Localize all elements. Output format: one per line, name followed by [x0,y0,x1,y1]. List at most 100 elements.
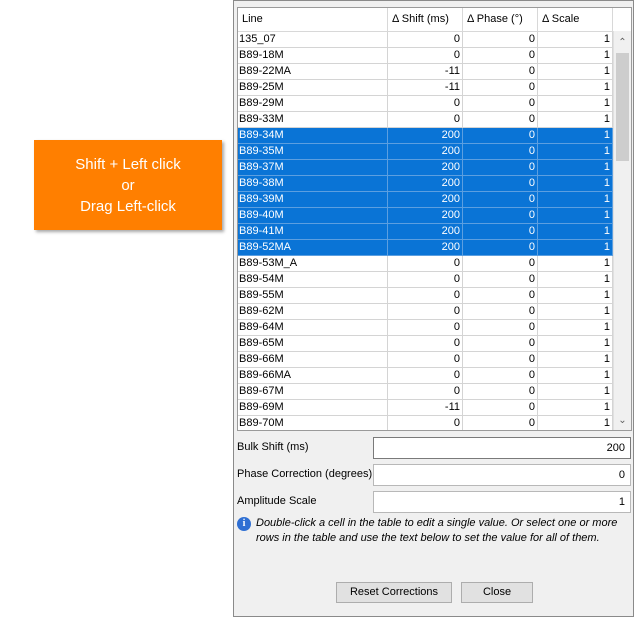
cell-phase[interactable]: 0 [463,400,538,416]
cell-phase[interactable]: 0 [463,64,538,80]
cell-line[interactable]: B89-64M [238,320,388,336]
cell-phase[interactable]: 0 [463,304,538,320]
cell-shift[interactable]: 200 [388,192,463,208]
table-row[interactable]: B89-40M 200 0 1 [238,208,613,224]
cell-shift[interactable]: 0 [388,304,463,320]
cell-shift[interactable]: 0 [388,288,463,304]
cell-scale[interactable]: 1 [538,208,613,224]
cell-shift[interactable]: 0 [388,48,463,64]
cell-shift[interactable]: 0 [388,32,463,48]
cell-line[interactable]: B89-22MA [238,64,388,80]
cell-line[interactable]: B89-54M [238,272,388,288]
cell-scale[interactable]: 1 [538,80,613,96]
cell-shift[interactable]: 200 [388,160,463,176]
cell-line[interactable]: B89-25M [238,80,388,96]
table-scrollbar[interactable]: ⌃ ⌄ [613,31,631,430]
scroll-up-icon[interactable]: ⌃ [614,35,631,51]
cell-shift[interactable]: 200 [388,144,463,160]
cell-line[interactable]: B89-34M [238,128,388,144]
phase-correction-input[interactable]: 0 [373,464,631,486]
cell-phase[interactable]: 0 [463,272,538,288]
cell-line[interactable]: B89-40M [238,208,388,224]
cell-scale[interactable]: 1 [538,192,613,208]
cell-phase[interactable]: 0 [463,368,538,384]
table-row[interactable]: B89-34M 200 0 1 [238,128,613,144]
table-row[interactable]: B89-54M 0 0 1 [238,272,613,288]
bulk-shift-input[interactable]: 200 [373,437,631,459]
table-row[interactable]: B89-41M 200 0 1 [238,224,613,240]
cell-shift[interactable]: 0 [388,96,463,112]
cell-shift[interactable]: 0 [388,336,463,352]
cell-scale[interactable]: 1 [538,304,613,320]
amplitude-scale-input[interactable]: 1 [373,491,631,513]
cell-shift[interactable]: -11 [388,80,463,96]
table-row[interactable]: B89-18M 0 0 1 [238,48,613,64]
table-row[interactable]: B89-38M 200 0 1 [238,176,613,192]
reset-corrections-button[interactable]: Reset Corrections [336,582,452,603]
table-row[interactable]: B89-66M 0 0 1 [238,352,613,368]
cell-scale[interactable]: 1 [538,352,613,368]
cell-phase[interactable]: 0 [463,320,538,336]
cell-line[interactable]: 135_07 [238,32,388,48]
cell-scale[interactable]: 1 [538,128,613,144]
cell-scale[interactable]: 1 [538,224,613,240]
cell-scale[interactable]: 1 [538,288,613,304]
scroll-down-icon[interactable]: ⌄ [614,413,631,429]
cell-line[interactable]: B89-39M [238,192,388,208]
cell-phase[interactable]: 0 [463,224,538,240]
cell-shift[interactable]: 0 [388,384,463,400]
table-row[interactable]: B89-65M 0 0 1 [238,336,613,352]
cell-phase[interactable]: 0 [463,80,538,96]
cell-shift[interactable]: 200 [388,128,463,144]
cell-scale[interactable]: 1 [538,272,613,288]
close-button[interactable]: Close [461,582,533,603]
cell-scale[interactable]: 1 [538,336,613,352]
cell-phase[interactable]: 0 [463,144,538,160]
table-row[interactable]: B89-64M 0 0 1 [238,320,613,336]
cell-phase[interactable]: 0 [463,32,538,48]
table-row[interactable]: B89-37M 200 0 1 [238,160,613,176]
cell-phase[interactable]: 0 [463,176,538,192]
cell-line[interactable]: B89-70M [238,416,388,430]
cell-line[interactable]: B89-69M [238,400,388,416]
cell-phase[interactable]: 0 [463,416,538,430]
cell-line[interactable]: B89-66M [238,352,388,368]
cell-phase[interactable]: 0 [463,112,538,128]
cell-shift[interactable]: 200 [388,240,463,256]
cell-phase[interactable]: 0 [463,256,538,272]
cell-shift[interactable]: 200 [388,176,463,192]
column-header-scale[interactable]: Δ Scale [538,8,613,31]
cell-phase[interactable]: 0 [463,240,538,256]
cell-shift[interactable]: 0 [388,368,463,384]
cell-scale[interactable]: 1 [538,96,613,112]
cell-shift[interactable]: -11 [388,400,463,416]
cell-scale[interactable]: 1 [538,144,613,160]
column-header-phase[interactable]: Δ Phase (°) [463,8,538,31]
cell-shift[interactable]: 0 [388,256,463,272]
table-row[interactable]: B89-25M -11 0 1 [238,80,613,96]
cell-scale[interactable]: 1 [538,320,613,336]
cell-phase[interactable]: 0 [463,48,538,64]
cell-line[interactable]: B89-52MA [238,240,388,256]
table-row[interactable]: B89-39M 200 0 1 [238,192,613,208]
cell-phase[interactable]: 0 [463,208,538,224]
cell-phase[interactable]: 0 [463,336,538,352]
column-header-shift[interactable]: Δ Shift (ms) [388,8,463,31]
cell-scale[interactable]: 1 [538,416,613,430]
table-row[interactable]: 135_07 0 0 1 [238,32,613,48]
cell-scale[interactable]: 1 [538,384,613,400]
cell-shift[interactable]: 0 [388,352,463,368]
column-header-line[interactable]: Line [238,8,388,31]
cell-line[interactable]: B89-29M [238,96,388,112]
table-row[interactable]: B89-53M_A 0 0 1 [238,256,613,272]
cell-line[interactable]: B89-55M [238,288,388,304]
cell-shift[interactable]: 0 [388,272,463,288]
cell-scale[interactable]: 1 [538,176,613,192]
table-row[interactable]: B89-22MA -11 0 1 [238,64,613,80]
cell-scale[interactable]: 1 [538,400,613,416]
cell-scale[interactable]: 1 [538,48,613,64]
table-row[interactable]: B89-67M 0 0 1 [238,384,613,400]
cell-line[interactable]: B89-18M [238,48,388,64]
cell-scale[interactable]: 1 [538,160,613,176]
table-row[interactable]: B89-55M 0 0 1 [238,288,613,304]
